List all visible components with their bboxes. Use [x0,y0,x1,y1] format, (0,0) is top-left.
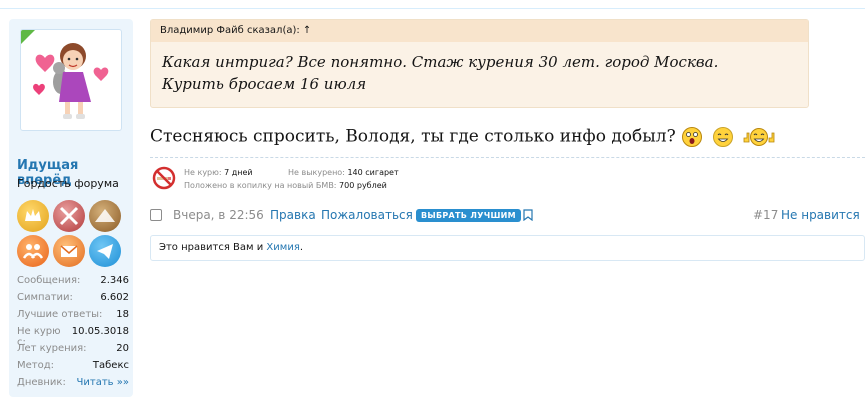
award-mountain-icon[interactable] [89,200,121,232]
stat-best-answers: Лучшие ответы: 18 [17,309,129,320]
post-number[interactable]: #17 [753,208,778,222]
smile-emoji-icon [712,127,733,147]
award-telegram-icon[interactable] [89,235,121,267]
award-no-smoking-icon[interactable] [53,200,85,232]
message-body: Стесняюсь спросить, Володя, ты где столь… [150,126,776,148]
bookmark-icon[interactable] [523,209,533,221]
user-title: Гордость форума [17,177,119,190]
avatar-image [21,30,109,119]
dislike-link[interactable]: Не нравится [781,208,860,222]
quote-author[interactable]: Владимир Файб сказал(а): ↑ [151,20,808,42]
edit-link[interactable]: Правка [270,208,316,222]
award-people-icon[interactable] [17,235,49,267]
award-crown-icon[interactable] [17,200,49,232]
diary-link[interactable]: Читать »» [77,377,129,388]
stat-messages: Сообщения: 2.346 [17,275,129,286]
select-post-checkbox[interactable] [150,209,162,221]
quote-block: Владимир Файб сказал(а): ↑ Какая интрига… [150,19,809,108]
signature-saved: Положено в копилку на новый БМВ: 700 руб… [184,181,387,190]
surprised-emoji-icon [682,127,703,147]
signature-divider [150,157,865,158]
user-sidebar: Идущая вперёд Гордость форума Сообщения:… [9,19,133,397]
stat-diary: Дневник: Читать »» [17,377,129,388]
stat-smoking-years: Лет курения: 20 [17,343,129,354]
avatar[interactable] [20,29,122,131]
likes-summary: Это нравится Вам и Химия. [150,235,865,261]
stat-likes: Симпатии: 6.602 [17,292,129,303]
liked-user-link[interactable]: Химия [266,242,299,253]
choose-best-button[interactable]: ВЫБРАТЬ ЛУЧШИМ [416,209,521,222]
award-mail-icon[interactable] [53,235,85,267]
post-date[interactable]: Вчера, в 22:56 [173,208,264,222]
signature-not-smoked: Не выкурено: 140 сигарет [288,168,399,177]
stat-method: Метод: Табекс [17,360,129,371]
top-divider [0,8,865,9]
quote-text: Какая интрига? Все понятно. Стаж курения… [162,53,719,93]
signature-no-smoke: Не курю: 7 дней [184,168,253,177]
message-text: Стесняюсь спросить, Володя, ты где столь… [150,126,676,147]
no-smoking-icon [152,166,176,190]
report-link[interactable]: Пожаловаться [321,208,413,222]
thumbs-up-emoji-icon [743,128,775,146]
post-actions: Вчера, в 22:56 Правка Пожаловаться ВЫБРА… [150,208,865,226]
